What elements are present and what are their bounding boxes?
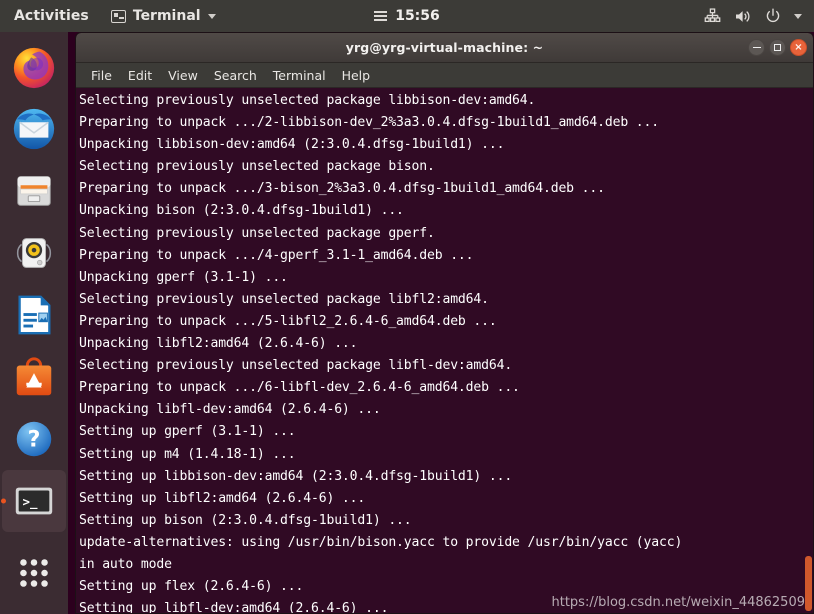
terminal-line: Setting up libbison-dev:amd64 (2:3.0.4.d… (79, 468, 513, 484)
menu-bar: File Edit View Search Terminal Help (76, 63, 813, 88)
dock-item-terminal[interactable]: >_ (2, 470, 66, 532)
minimize-button[interactable] (748, 39, 765, 56)
clock-label[interactable]: 15:56 (395, 8, 440, 24)
terminal-line: Selecting previously unselected package … (79, 291, 489, 307)
terminal-icon (110, 9, 126, 23)
terminal-line: Setting up gperf (3.1-1) ... (79, 424, 296, 440)
show-applications-button[interactable] (2, 542, 66, 604)
terminal-line: Preparing to unpack .../4-gperf_3.1-1_am… (79, 247, 474, 263)
terminal-line: Preparing to unpack .../6-libfl-dev_2.6.… (79, 380, 520, 396)
window-title: yrg@yrg-virtual-machine: ~ (345, 40, 544, 55)
menu-search[interactable]: Search (207, 66, 264, 85)
volume-icon[interactable] (734, 8, 752, 25)
hamburger-icon[interactable] (374, 10, 388, 23)
dock-item-firefox[interactable] (2, 36, 66, 98)
terminal-line: Selecting previously unselected package … (79, 93, 536, 108)
terminal-window: yrg@yrg-virtual-machine: ~ × File Edit V… (75, 32, 814, 614)
terminal-line: in auto mode (79, 556, 172, 572)
window-controls: × (748, 39, 807, 56)
menu-terminal[interactable]: Terminal (266, 66, 333, 85)
grid-apps-icon (20, 559, 48, 587)
app-menu-label: Terminal (132, 8, 201, 24)
activities-button[interactable]: Activities (0, 0, 101, 32)
dock-item-rhythmbox[interactable] (2, 222, 66, 284)
close-icon: × (794, 41, 803, 53)
power-icon[interactable] (765, 8, 781, 24)
gnome-top-bar: Activities Terminal 15:56 (0, 0, 814, 32)
dock-item-libreoffice-writer[interactable] (2, 284, 66, 346)
help-icon: ? (16, 421, 52, 457)
svg-text:>_: >_ (23, 494, 38, 510)
terminal-line: Unpacking bison (2:3.0.4.dfsg-1build1) .… (79, 203, 404, 219)
terminal-line: Selecting previously unselected package … (79, 358, 513, 374)
thunderbird-icon (13, 108, 55, 150)
menu-help[interactable]: Help (335, 66, 378, 85)
terminal-line: Unpacking libfl-dev:amd64 (2.6.4-6) ... (79, 402, 381, 418)
terminal-line: Setting up bison (2:3.0.4.dfsg-1build1) … (79, 512, 412, 528)
terminal-line: Unpacking libbison-dev:amd64 (2:3.0.4.df… (79, 137, 505, 153)
menu-edit[interactable]: Edit (121, 66, 159, 85)
terminal-line: Setting up flex (2.6.4-6) ... (79, 579, 304, 595)
network-icon[interactable] (704, 7, 721, 25)
terminal-line: Preparing to unpack .../5-libfl2_2.6.4-6… (79, 313, 497, 329)
ubuntu-software-icon (16, 357, 52, 396)
terminal-line: Unpacking gperf (3.1-1) ... (79, 269, 288, 285)
terminal-line: Setting up libfl-dev:amd64 (2.6.4-6) ... (79, 601, 389, 613)
window-title-bar[interactable]: yrg@yrg-virtual-machine: ~ × (76, 33, 813, 63)
minimize-icon (752, 46, 761, 49)
rhythmbox-icon (16, 238, 52, 268)
terminal-output-area[interactable]: Selecting previously unselected package … (76, 88, 813, 613)
terminal-scrollbar[interactable] (804, 88, 813, 613)
terminal-line: update-alternatives: using /usr/bin/biso… (79, 534, 683, 550)
ubuntu-dock: ? >_ (0, 32, 68, 614)
system-status-area (704, 0, 814, 32)
libreoffice-writer-icon (18, 295, 51, 335)
dock-item-ubuntu-software[interactable] (2, 346, 66, 408)
activities-label: Activities (14, 8, 89, 24)
system-menu-chevron-down-icon[interactable] (794, 13, 802, 19)
terminal-line: Preparing to unpack .../3-bison_2%3a3.0.… (79, 181, 605, 197)
app-menu-terminal[interactable]: Terminal (101, 0, 226, 32)
terminal-line: Setting up m4 (1.4.18-1) ... (79, 446, 296, 462)
desktop-screen: Activities Terminal 15:56 ? >_ yrg@yrg-v… (0, 0, 814, 614)
scrollbar-thumb[interactable] (805, 556, 812, 611)
terminal-line: Selecting previously unselected package … (79, 225, 435, 241)
menu-file[interactable]: File (84, 66, 119, 85)
terminal-line: Selecting previously unselected package … (79, 159, 435, 175)
maximize-icon (774, 44, 781, 51)
dock-item-help[interactable]: ? (2, 408, 66, 470)
dock-item-thunderbird[interactable] (2, 98, 66, 160)
firefox-icon (13, 47, 55, 89)
close-button[interactable]: × (790, 39, 807, 56)
chevron-down-icon (207, 13, 216, 19)
svg-text:?: ? (28, 428, 41, 453)
files-icon (17, 176, 51, 206)
terminal-line: Unpacking libfl2:amd64 (2.6.4-6) ... (79, 336, 358, 352)
terminal-line: Preparing to unpack .../2-libbison-dev_2… (79, 115, 659, 131)
menu-view[interactable]: View (161, 66, 205, 85)
maximize-button[interactable] (769, 39, 786, 56)
terminal-app-icon: >_ (15, 487, 53, 515)
terminal-text: Selecting previously unselected package … (76, 88, 813, 613)
terminal-line: Setting up libfl2:amd64 (2.6.4-6) ... (79, 490, 366, 506)
dock-item-files[interactable] (2, 160, 66, 222)
